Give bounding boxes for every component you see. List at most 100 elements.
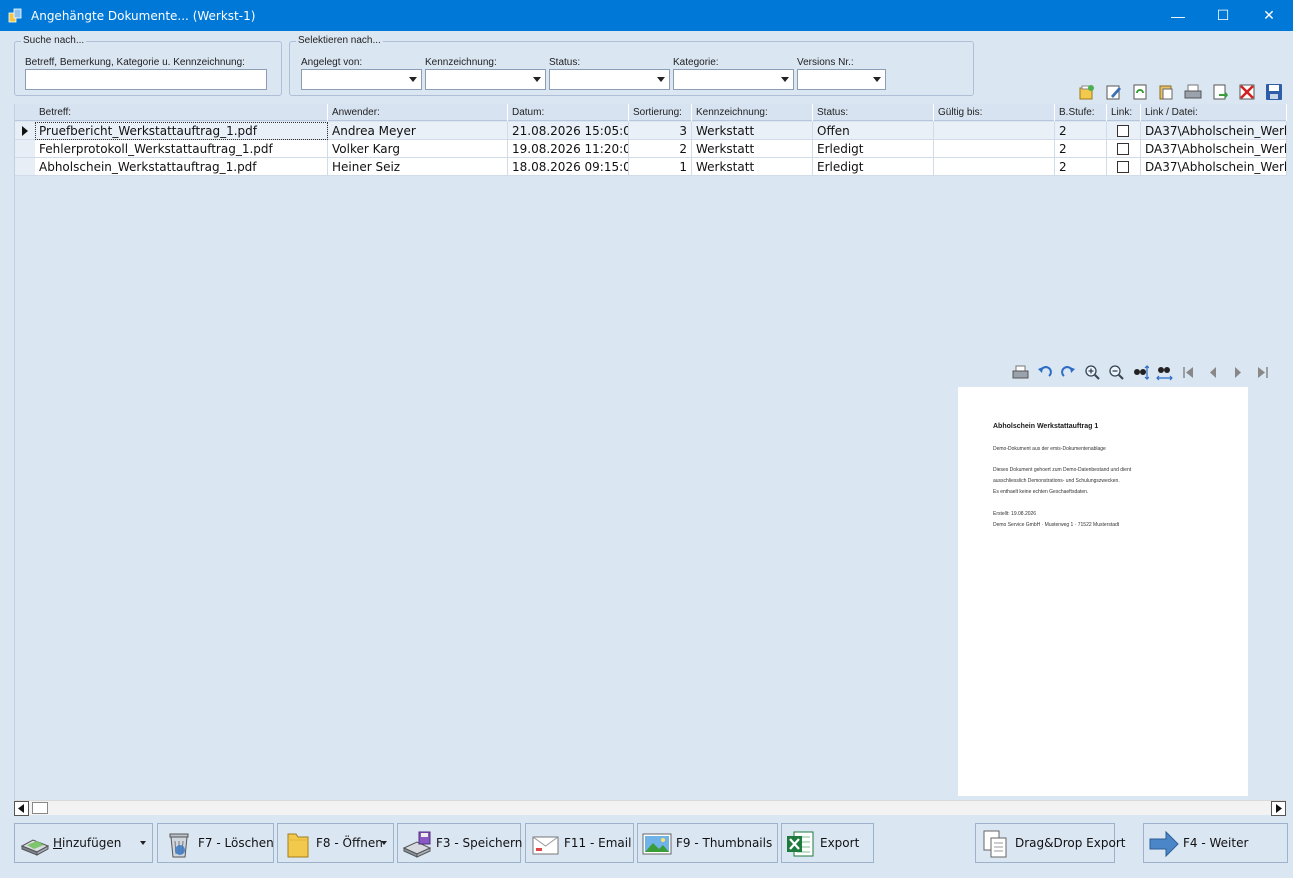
next-button[interactable]: F4 - Weiter <box>1143 823 1288 863</box>
cell-datum[interactable]: 19.08.2026 11:20:00 <box>508 140 629 158</box>
status-select[interactable] <box>549 69 670 90</box>
dragdrop-export-button[interactable]: Drag&Drop Export <box>975 823 1125 863</box>
angelegt-von-select[interactable] <box>301 69 422 90</box>
scroll-right-button[interactable] <box>1271 801 1286 816</box>
refresh-icon[interactable] <box>1131 83 1149 101</box>
print-icon[interactable] <box>1012 364 1029 381</box>
zoom-out-icon[interactable] <box>1108 364 1125 381</box>
first-page-icon[interactable] <box>1180 364 1197 381</box>
open-dropdown-toggle[interactable] <box>375 824 393 862</box>
cell-sortierung[interactable]: 2 <box>629 140 692 158</box>
table-row[interactable]: Pruefbericht_Werkstattauftrag_1.pdf Andr… <box>15 122 1287 140</box>
preview-line: ausschliesslich Demonstrations- und Schu… <box>993 478 1120 484</box>
scrollbar-thumb[interactable] <box>32 802 48 814</box>
cell-status[interactable]: Erledigt <box>813 140 934 158</box>
window-title: Angehängte Dokumente... (Werkst-1) <box>31 9 256 23</box>
link-checkbox[interactable] <box>1117 161 1129 173</box>
export-document-icon[interactable] <box>1211 83 1229 101</box>
cell-bstufe[interactable]: 2 <box>1055 122 1107 140</box>
select-group: Selektieren nach... Angelegt von: Kennze… <box>289 35 974 96</box>
col-anwender[interactable]: Anwender: <box>328 104 508 121</box>
chevron-down-icon <box>405 70 421 89</box>
cell-kennzeichnung[interactable]: Werkstatt <box>692 140 813 158</box>
scroll-left-button[interactable] <box>14 801 29 816</box>
col-datei[interactable]: Link / Datei: <box>1141 104 1287 121</box>
cell-betreff[interactable]: Abholschein_Werkstattauftrag_1.pdf <box>35 158 328 176</box>
table-row[interactable]: Abholschein_Werkstattauftrag_1.pdf Heine… <box>15 158 1287 176</box>
thumbnails-button[interactable]: F9 - Thumbnails <box>637 823 778 863</box>
link-checkbox[interactable] <box>1117 143 1129 155</box>
cell-bstufe[interactable]: 2 <box>1055 158 1107 176</box>
row-selector[interactable] <box>15 140 35 158</box>
last-page-icon[interactable] <box>1254 364 1271 381</box>
search-input[interactable] <box>25 69 267 90</box>
next-page-icon[interactable] <box>1229 364 1246 381</box>
col-bstufe[interactable]: B.Stufe: <box>1055 104 1107 121</box>
minimize-button[interactable]: — <box>1155 0 1201 31</box>
fit-height-icon[interactable] <box>1132 364 1149 381</box>
close-button[interactable]: ✕ <box>1246 0 1292 31</box>
previous-page-icon[interactable] <box>1205 364 1222 381</box>
status-label: Status: <box>549 57 581 68</box>
maximize-button[interactable]: ☐ <box>1200 0 1246 31</box>
open-button[interactable]: F8 - Öffnen <box>277 823 394 863</box>
paste-icon[interactable] <box>1157 83 1175 101</box>
add-button[interactable]: Hinzufügen <box>14 823 153 863</box>
trash-icon <box>169 833 189 858</box>
print-icon[interactable] <box>1184 83 1202 101</box>
col-link[interactable]: Link: <box>1107 104 1141 121</box>
rotate-right-icon[interactable] <box>1060 364 1077 381</box>
zoom-in-icon[interactable] <box>1084 364 1101 381</box>
cell-status[interactable]: Erledigt <box>813 158 934 176</box>
kategorie-select[interactable] <box>673 69 794 90</box>
export-button[interactable]: Export <box>781 823 874 863</box>
cell-sortierung[interactable]: 1 <box>629 158 692 176</box>
table-row[interactable]: Fehlerprotokoll_Werkstattauftrag_1.pdf V… <box>15 140 1287 158</box>
horizontal-scrollbar[interactable] <box>14 800 1286 816</box>
chevron-down-icon <box>869 70 885 89</box>
cell-datei[interactable]: DA37\Abholschein_Werkstattauftrag_1.pdf <box>1141 140 1287 158</box>
cell-datei[interactable]: DA37\Abholschein_Werkstattauftrag_1.pdf <box>1141 122 1287 140</box>
kennzeichnung-select[interactable] <box>425 69 546 90</box>
save-button[interactable]: F3 - Speichern <box>397 823 522 863</box>
cell-kennzeichnung[interactable]: Werkstatt <box>692 158 813 176</box>
cell-datum[interactable]: 18.08.2026 09:15:00 <box>508 158 629 176</box>
preview-title: Abholschein Werkstattauftrag 1 <box>993 423 1099 430</box>
versions-select[interactable] <box>797 69 886 90</box>
cell-kennzeichnung[interactable]: Werkstatt <box>692 122 813 140</box>
cell-anwender[interactable]: Andrea Meyer <box>328 122 508 140</box>
cell-betreff[interactable]: Pruefbericht_Werkstattauftrag_1.pdf <box>35 122 328 140</box>
cell-gueltig[interactable] <box>934 122 1055 140</box>
fit-width-icon[interactable] <box>1156 364 1173 381</box>
row-selector-active[interactable] <box>15 122 35 140</box>
delete-button[interactable]: F7 - Löschen <box>157 823 274 863</box>
cell-bstufe[interactable]: 2 <box>1055 140 1107 158</box>
cell-datum[interactable]: 21.08.2026 15:05:00 <box>508 122 629 140</box>
search-legend: Suche nach... <box>21 35 87 46</box>
cell-anwender[interactable]: Heiner Seiz <box>328 158 508 176</box>
cell-gueltig[interactable] <box>934 140 1055 158</box>
new-document-icon[interactable] <box>1078 83 1096 101</box>
document-preview[interactable]: Abholschein Werkstattauftrag 1 Demo-Doku… <box>958 387 1248 796</box>
email-button[interactable]: F11 - Email <box>525 823 634 863</box>
col-gueltig[interactable]: Gültig bis: <box>934 104 1055 121</box>
col-sortierung[interactable]: Sortierung: <box>629 104 692 121</box>
delete-icon[interactable] <box>1238 83 1256 101</box>
col-kennzeichnung[interactable]: Kennzeichnung: <box>692 104 813 121</box>
col-betreff[interactable]: Betreff: <box>35 104 328 121</box>
cell-gueltig[interactable] <box>934 158 1055 176</box>
cell-sortierung[interactable]: 3 <box>629 122 692 140</box>
col-datum[interactable]: Datum: <box>508 104 629 121</box>
cell-status[interactable]: Offen <box>813 122 934 140</box>
cell-datei[interactable]: DA37\Abholschein_Werkstattauftrag_1.pdf <box>1141 158 1287 176</box>
cell-betreff[interactable]: Fehlerprotokoll_Werkstattauftrag_1.pdf <box>35 140 328 158</box>
add-dropdown-toggle[interactable] <box>134 824 152 862</box>
angelegt-von-label: Angelegt von: <box>301 57 363 68</box>
cell-anwender[interactable]: Volker Karg <box>328 140 508 158</box>
link-checkbox[interactable] <box>1117 125 1129 137</box>
col-status[interactable]: Status: <box>813 104 934 121</box>
row-selector[interactable] <box>15 158 35 176</box>
save-icon[interactable] <box>1265 83 1283 101</box>
rotate-left-icon[interactable] <box>1036 364 1053 381</box>
edit-icon[interactable] <box>1105 83 1123 101</box>
